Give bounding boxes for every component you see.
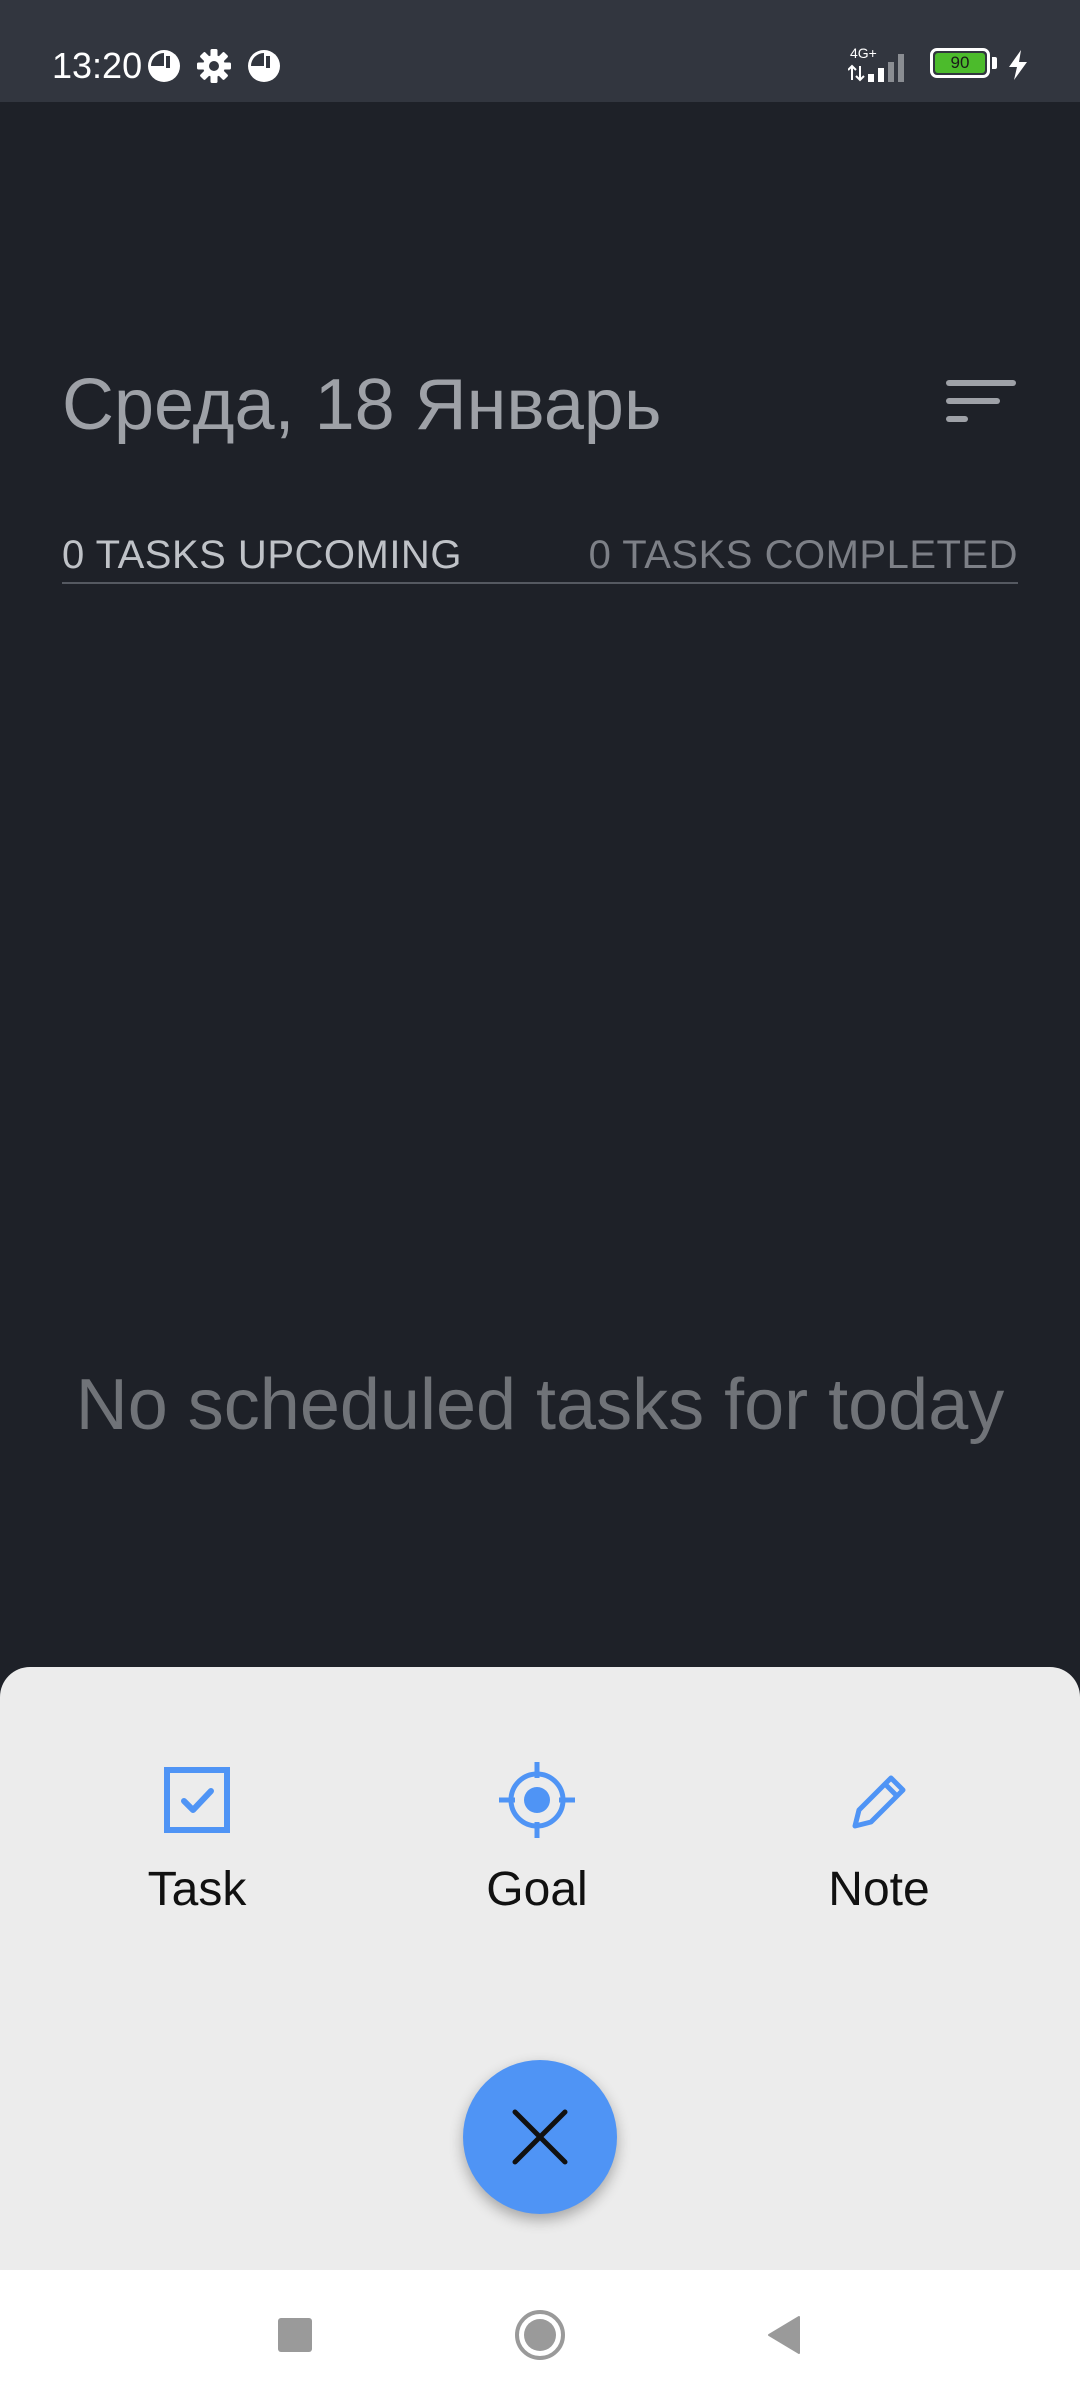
target-icon	[499, 1762, 575, 1838]
recents-square-icon[interactable]	[265, 2305, 325, 2365]
gear-icon	[197, 49, 231, 83]
tab-completed[interactable]: 0 TASKS COMPLETED	[589, 530, 1018, 580]
add-task-option[interactable]: Task	[87, 1760, 307, 1940]
add-note-label: Note	[828, 1863, 930, 1916]
close-button[interactable]	[463, 2060, 617, 2214]
tab-divider	[62, 582, 1018, 584]
add-goal-label: Goal	[486, 1863, 588, 1916]
pie-icon	[148, 50, 180, 82]
home-circle-icon[interactable]	[510, 2305, 570, 2365]
pie-icon	[248, 50, 280, 82]
add-task-label: Task	[147, 1863, 247, 1916]
add-goal-option[interactable]: Goal	[427, 1760, 647, 1940]
page-title: Среда, 18 Январь	[62, 365, 662, 445]
pencil-icon	[852, 1775, 906, 1829]
charging-icon	[1009, 50, 1027, 80]
status-time: 13:20	[52, 45, 143, 86]
checkbox-icon	[164, 1767, 230, 1833]
svg-text:4G+: 4G+	[850, 45, 877, 61]
add-note-option[interactable]: Note	[769, 1760, 989, 1940]
status-bar: 13:20 4G+ 90	[0, 0, 1080, 102]
battery-icon: 90	[930, 48, 1000, 82]
battery-level: 90	[950, 53, 970, 72]
empty-state-message: No scheduled tasks for today	[75, 1365, 1005, 1445]
signal-icon: 4G+	[848, 45, 904, 82]
filter-lines-icon[interactable]	[938, 372, 1018, 432]
close-icon	[512, 2109, 568, 2165]
back-triangle-icon[interactable]	[755, 2305, 815, 2365]
tab-upcoming[interactable]: 0 TASKS UPCOMING	[62, 530, 462, 580]
